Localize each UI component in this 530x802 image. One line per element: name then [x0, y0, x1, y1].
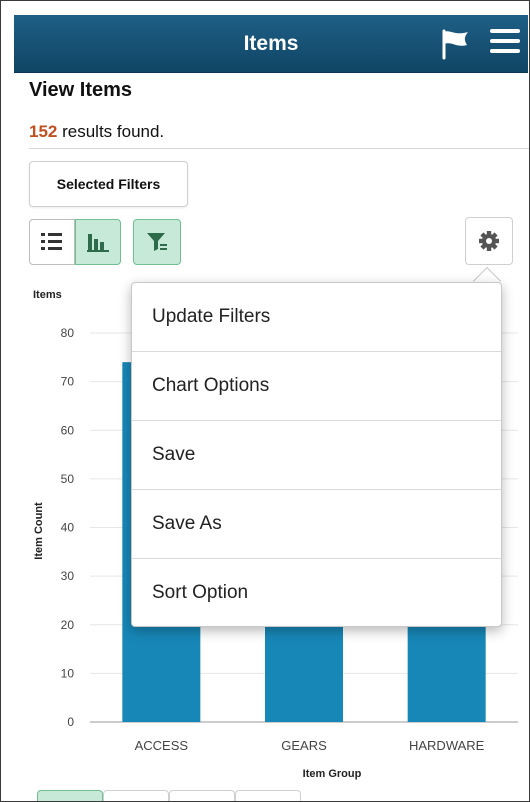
x-tick-label: HARDWARE [409, 738, 485, 753]
gear-icon [479, 231, 499, 251]
view-toggle-group [29, 219, 121, 265]
flag-icon[interactable] [438, 27, 472, 61]
y-tick-label: 20 [61, 618, 75, 632]
results-summary: 152 results found. [29, 122, 164, 142]
chart-view-button[interactable] [75, 219, 121, 265]
y-tick-label: 60 [61, 423, 75, 437]
y-tick-label: 0 [67, 715, 74, 729]
bottom-tab[interactable] [169, 790, 235, 801]
list-view-icon [41, 233, 62, 250]
chart-title: Items [33, 289, 62, 301]
y-tick-label: 30 [61, 569, 75, 583]
filter-button[interactable] [133, 219, 181, 265]
selected-filters-button[interactable]: Selected Filters [29, 161, 188, 207]
bottom-tab[interactable] [103, 790, 169, 801]
page-title: View Items [29, 79, 133, 101]
x-tick-label: ACCESS [135, 738, 189, 753]
x-axis-label: Item Group [303, 768, 362, 780]
y-tick-label: 80 [61, 326, 75, 340]
settings-button[interactable] [465, 217, 513, 265]
menu-item-save-as[interactable]: Save As [132, 490, 501, 559]
y-tick-label: 10 [61, 666, 75, 680]
bottom-tab-strip [37, 790, 301, 801]
result-suffix: results found. [57, 122, 165, 141]
filter-icon [147, 233, 167, 251]
menu-item-chart-options[interactable]: Chart Options [132, 352, 501, 421]
y-tick-label: 50 [61, 472, 75, 486]
divider [29, 148, 529, 149]
result-count: 152 [29, 122, 58, 141]
list-view-button[interactable] [29, 219, 75, 265]
chart-options-menu: Update Filters Chart Options Save Save As So… [131, 282, 502, 627]
bottom-tab[interactable] [37, 790, 103, 801]
menu-item-update-filters[interactable]: Update Filters [132, 283, 501, 352]
menu-item-sort-option[interactable]: Sort Option [132, 559, 501, 628]
hamburger-menu-icon[interactable] [490, 29, 520, 59]
bottom-tab[interactable] [235, 790, 301, 801]
bar-chart-icon [87, 234, 109, 252]
y-tick-label: 70 [61, 375, 75, 389]
y-tick-label: 40 [61, 521, 75, 535]
menu-item-save[interactable]: Save [132, 421, 501, 490]
x-tick-label: GEARS [281, 738, 327, 753]
y-axis-label: Item Count [33, 502, 45, 560]
app-frame: Items View Items 152 results found. Sele… [0, 0, 530, 802]
app-header: Items [14, 15, 528, 73]
